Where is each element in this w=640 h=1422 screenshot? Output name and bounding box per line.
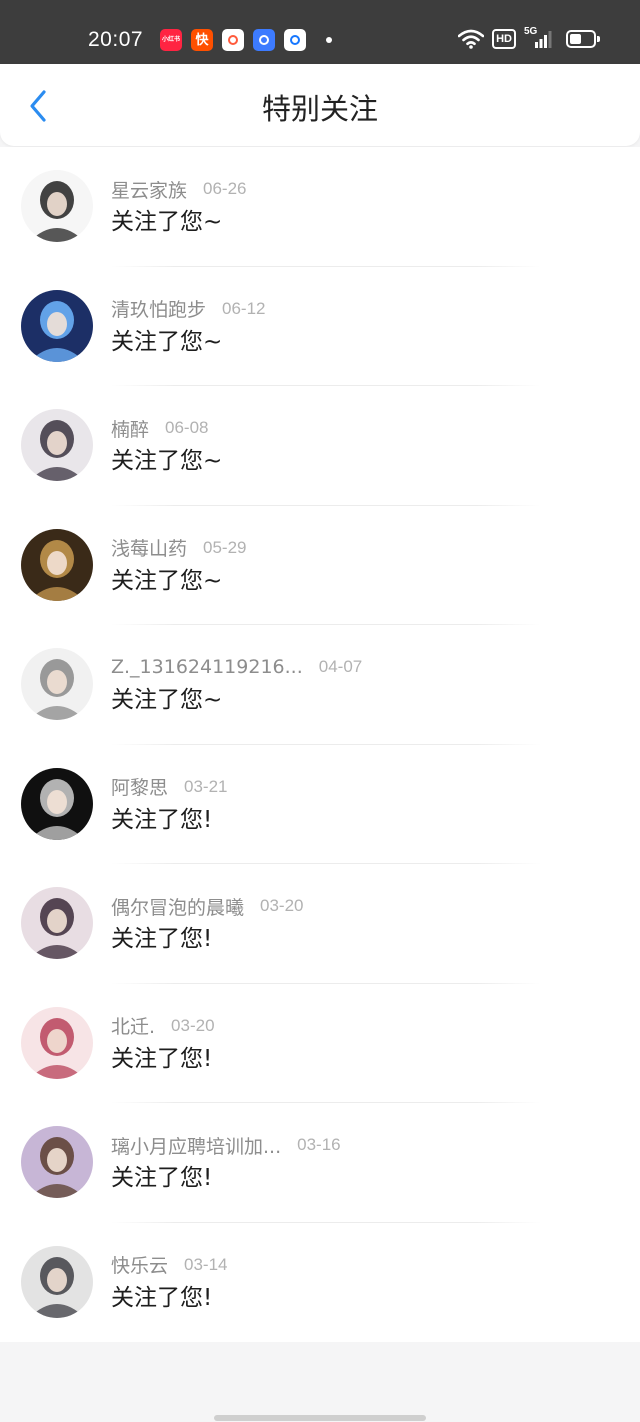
home-indicator[interactable] (214, 1415, 426, 1421)
header: 特别关注 (0, 64, 640, 146)
follower-meta: Z._131624119216... 04-07 (111, 654, 362, 680)
kuaishou-app-label: 快 (195, 32, 209, 48)
follow-date: 06-08 (165, 418, 209, 437)
chat-app-icon (253, 29, 275, 51)
avatar[interactable] (21, 1126, 93, 1198)
battery-icon (566, 30, 600, 48)
follower-meta: 璃小月应聘培训加... 03-16 (111, 1132, 341, 1158)
follower-meta: 浅莓山药 05-29 (111, 535, 247, 561)
follower-meta: 清玖怕跑步 06-12 (111, 296, 266, 322)
follow-message: 关注了您! (111, 926, 213, 952)
follow-message: 关注了您! (111, 1165, 213, 1191)
kuaishou-app-icon: 快 (191, 29, 213, 51)
notification-icons: 小红书 快 (160, 29, 306, 51)
follower-list-item[interactable]: 星云家族 06-26 关注了您~ (0, 147, 640, 267)
status-bar: 20:07 小红书 快 HD 5G (0, 0, 640, 64)
follow-message: 关注了您! (111, 806, 213, 833)
hd-badge: HD (492, 29, 516, 49)
avatar[interactable] (21, 409, 93, 481)
follower-username[interactable]: 璃小月应聘培训加... (111, 1132, 281, 1159)
avatar[interactable] (21, 170, 93, 242)
follow-date: 03-20 (171, 1015, 215, 1035)
avatar[interactable] (21, 528, 93, 601)
xiaohongshu-app-label: 小红书 (161, 36, 180, 43)
xiaohongshu-app-icon: 小红书 (160, 29, 182, 51)
follow-date: 03-20 (260, 896, 304, 915)
status-time: 20:07 (88, 28, 144, 51)
follower-meta: 偶尔冒泡的晨曦 03-20 (111, 893, 304, 919)
follower-list: 星云家族 06-26 关注了您~ 清玖怕跑步 06-12 关注了您~ 楠醉 06-08 关注了您… (0, 147, 640, 1342)
follower-username[interactable]: 浅莓山药 (111, 534, 187, 561)
follow-date: 04-07 (318, 657, 363, 676)
follower-meta: 星云家族 06-26 (111, 176, 247, 202)
avatar[interactable] (21, 289, 93, 362)
avatar[interactable] (21, 887, 93, 959)
follower-username[interactable]: 星云家族 (111, 176, 187, 203)
follow-message: 关注了您~ (111, 687, 223, 713)
follower-list-item[interactable]: 快乐云 03-14 关注了您! (0, 1223, 640, 1343)
follow-message: 关注了您~ (111, 328, 223, 355)
follower-username[interactable]: 清玖怕跑步 (111, 295, 206, 322)
follow-message: 关注了您~ (111, 567, 223, 594)
follow-message: 关注了您~ (111, 448, 223, 474)
follower-list-item[interactable]: 楠醉 06-08 关注了您~ (0, 386, 640, 506)
follow-date: 06-12 (222, 298, 266, 318)
blue-app-icon (284, 29, 306, 51)
follow-date: 03-21 (184, 776, 228, 796)
follower-list-item[interactable]: 清玖怕跑步 06-12 关注了您~ (0, 267, 640, 386)
page-title: 特别关注 (261, 92, 378, 126)
follower-meta: 楠醉 06-08 (111, 415, 209, 441)
follower-username[interactable]: 快乐云 (111, 1251, 168, 1278)
follower-list-item[interactable]: 阿黎思 03-21 关注了您! (0, 745, 640, 864)
follower-list-item[interactable]: 璃小月应聘培训加... 03-16 关注了您! (0, 1103, 640, 1223)
follow-date: 05-29 (203, 537, 247, 557)
follow-date: 03-16 (297, 1135, 341, 1154)
follower-meta: 北迁. 03-20 (111, 1013, 215, 1039)
follower-username[interactable]: 楠醉 (111, 415, 149, 442)
follower-meta: 阿黎思 03-21 (111, 774, 228, 800)
wifi-icon (458, 29, 485, 49)
follower-list-item[interactable]: 浅莓山药 05-29 关注了您~ (0, 506, 640, 625)
follower-list-item[interactable]: 北迁. 03-20 关注了您! (0, 984, 640, 1103)
follower-username[interactable]: 阿黎思 (111, 773, 168, 800)
follow-message: 关注了您~ (111, 209, 223, 235)
follower-list-item[interactable]: Z._131624119216... 04-07 关注了您~ (0, 625, 640, 745)
follow-message: 关注了您! (111, 1045, 213, 1072)
follower-list-item[interactable]: 偶尔冒泡的晨曦 03-20 关注了您! (0, 864, 640, 984)
more-notifications-dot (326, 37, 332, 43)
avatar[interactable] (21, 1006, 93, 1079)
system-icons: HD 5G (458, 26, 600, 50)
avatar[interactable] (21, 1245, 93, 1318)
avatar[interactable] (21, 648, 93, 720)
avatar[interactable] (21, 767, 93, 840)
follower-username[interactable]: 北迁. (111, 1012, 155, 1039)
follow-date: 03-14 (184, 1254, 228, 1274)
follower-username[interactable]: 偶尔冒泡的晨曦 (111, 893, 244, 920)
follower-meta: 快乐云 03-14 (111, 1252, 228, 1278)
game-app-icon (222, 29, 244, 51)
follower-username[interactable]: Z._131624119216... (111, 656, 303, 678)
follow-message: 关注了您! (111, 1284, 213, 1311)
signal-icon: 5G (524, 26, 552, 50)
follow-date: 06-26 (203, 179, 247, 198)
